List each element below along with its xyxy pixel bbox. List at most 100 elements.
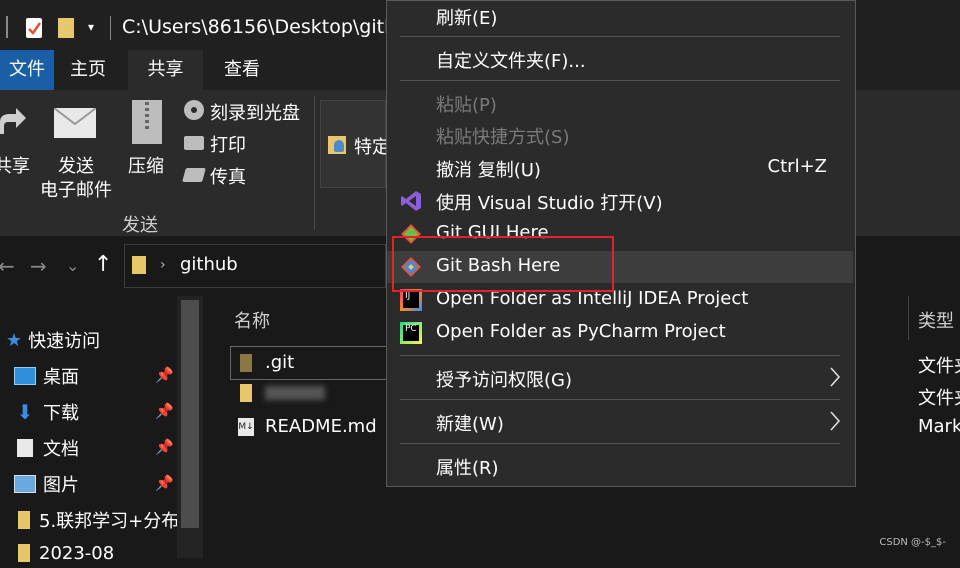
nav-quick-access[interactable]: ★ 快速访问 xyxy=(6,325,100,355)
share-icon[interactable] xyxy=(0,104,28,140)
column-divider[interactable] xyxy=(908,296,909,340)
back-arrow-icon[interactable]: ← xyxy=(0,254,15,278)
quick-access-dropdown-icon[interactable]: ▾ xyxy=(88,20,94,34)
folder-icon xyxy=(132,256,146,274)
intellij-icon: IJ xyxy=(400,289,422,311)
menu-item-shortcut: Ctrl+Z xyxy=(767,156,827,177)
menu-item-grant-access[interactable]: 授予访问权限(G) xyxy=(387,362,853,394)
watermark: CSDN @-$_$- xyxy=(879,537,946,548)
fax-button[interactable]: 传真 xyxy=(210,163,246,189)
nav-item-folder[interactable]: 2023-08 xyxy=(14,538,114,568)
file-type: 文件夹 xyxy=(918,388,960,409)
file-row[interactable]: .git xyxy=(240,352,294,373)
burn-disc-icon[interactable] xyxy=(184,100,204,120)
title-divider xyxy=(110,16,111,40)
new-folder-quick-icon[interactable] xyxy=(58,18,74,38)
tab-home[interactable]: 主页 xyxy=(66,50,110,90)
nav-item-label: 图片 xyxy=(43,475,79,496)
menu-separator xyxy=(400,80,840,81)
nav-item-label: 2023-08 xyxy=(39,542,115,564)
nav-scrollbar-thumb[interactable] xyxy=(181,300,199,528)
menu-item-paste[interactable]: 粘贴(P) xyxy=(387,87,853,119)
menu-item-label: 新建(W) xyxy=(436,414,504,435)
pycharm-icon: PC xyxy=(400,322,422,344)
email-icon[interactable] xyxy=(54,108,96,138)
tab-view[interactable]: 查看 xyxy=(222,50,262,90)
menu-item-new[interactable]: 新建(W) xyxy=(387,406,853,438)
folder-icon xyxy=(18,511,30,529)
forward-arrow-icon[interactable]: → xyxy=(30,254,47,278)
picture-icon xyxy=(14,475,36,493)
breadcrumb-current[interactable]: github xyxy=(180,254,238,275)
highlight-annotation-box xyxy=(392,236,614,292)
recent-locations-chevron-icon[interactable]: ⌄ xyxy=(66,256,79,275)
up-arrow-icon[interactable]: ↑ xyxy=(94,252,112,277)
menu-item-label: 粘贴(P) xyxy=(436,95,497,116)
menu-item-paste-shortcut[interactable]: 粘贴快捷方式(S) xyxy=(387,119,853,151)
document-icon xyxy=(17,439,33,457)
nav-item-pictures[interactable]: 图片 xyxy=(14,469,79,499)
menu-separator xyxy=(400,36,840,37)
send-email-button[interactable]: 发送 xyxy=(58,152,94,178)
menu-separator xyxy=(400,399,840,400)
nav-item-label: 桌面 xyxy=(43,367,79,388)
menu-item-label: 刷新(E) xyxy=(436,8,498,29)
column-header-type[interactable]: 类型 xyxy=(918,307,954,333)
nav-item-downloads[interactable]: ⬇ 下载 xyxy=(14,397,79,427)
file-type: 文件夹 xyxy=(918,356,960,377)
tab-file[interactable]: 文件 xyxy=(0,50,54,90)
pin-icon[interactable]: 📌 xyxy=(155,438,174,456)
menu-item-customize[interactable]: 自定义文件夹(F)... xyxy=(387,43,853,75)
specific-people-label[interactable]: 特定 xyxy=(354,133,390,159)
window-title-path: C:\Users\86156\Desktop\github xyxy=(122,16,421,38)
pin-icon[interactable]: 📌 xyxy=(155,402,174,420)
menu-item-undo-copy[interactable]: 撤消 复制(U) Ctrl+Z xyxy=(387,152,853,184)
tab-share[interactable]: 共享 xyxy=(128,50,203,90)
file-name: README.md xyxy=(265,416,377,437)
menu-item-refresh[interactable]: 刷新(E) xyxy=(387,0,853,32)
folder-icon xyxy=(18,544,30,562)
nav-item-desktop[interactable]: 桌面 xyxy=(14,361,79,391)
file-row[interactable]: M↓ README.md xyxy=(238,416,377,437)
print-button[interactable]: 打印 xyxy=(210,131,246,157)
breadcrumb-chevron-icon[interactable]: › xyxy=(160,257,166,273)
file-name: .git xyxy=(265,352,295,373)
nav-item-label: 5.联邦学习+分布 xyxy=(39,511,179,532)
send-email-button-line2: 电子邮件 xyxy=(40,180,112,201)
title-separator xyxy=(6,16,8,38)
zip-icon[interactable] xyxy=(132,100,162,144)
burn-disc-button[interactable]: 刻录到光盘 xyxy=(210,99,300,125)
pin-icon[interactable]: 📌 xyxy=(155,366,174,384)
fax-icon[interactable] xyxy=(182,168,206,182)
share-button[interactable]: 共享 xyxy=(0,152,30,178)
specific-people-icon xyxy=(328,136,346,154)
submenu-chevron-icon xyxy=(829,366,841,388)
nav-item-label: 文档 xyxy=(43,439,79,460)
menu-separator xyxy=(400,443,840,444)
folder-icon xyxy=(240,353,252,372)
folder-icon xyxy=(240,384,252,402)
menu-item-label: 撤消 复制(U) xyxy=(436,160,541,181)
nav-item-documents[interactable]: 文档 xyxy=(14,433,79,463)
download-icon: ⬇ xyxy=(16,400,34,424)
nav-item-label: 下载 xyxy=(43,403,79,424)
blurred-file-name xyxy=(265,386,325,400)
column-header-name[interactable]: 名称 xyxy=(234,307,270,333)
menu-item-label: 使用 Visual Studio 打开(V) xyxy=(436,193,663,214)
menu-item-label: 粘贴快捷方式(S) xyxy=(436,127,570,148)
visual-studio-icon xyxy=(400,190,422,212)
pin-icon[interactable]: 📌 xyxy=(155,474,174,492)
nav-quick-access-label: 快速访问 xyxy=(28,331,101,352)
file-row[interactable] xyxy=(240,384,325,402)
markdown-file-icon: M↓ xyxy=(238,417,254,436)
menu-item-open-visual-studio[interactable]: 使用 Visual Studio 打开(V) xyxy=(387,185,853,217)
menu-item-label: Open Folder as PyCharm Project xyxy=(436,321,726,342)
menu-item-open-pycharm[interactable]: PC Open Folder as PyCharm Project xyxy=(387,317,853,349)
desktop-icon xyxy=(14,367,36,385)
properties-quick-icon[interactable] xyxy=(26,18,42,38)
nav-item-folder[interactable]: 5.联邦学习+分布 xyxy=(14,505,179,535)
menu-item-properties[interactable]: 属性(R) xyxy=(387,450,853,482)
zip-button[interactable]: 压缩 xyxy=(128,152,164,178)
ribbon-group-label: 发送 xyxy=(122,215,158,236)
print-icon[interactable] xyxy=(184,136,204,150)
